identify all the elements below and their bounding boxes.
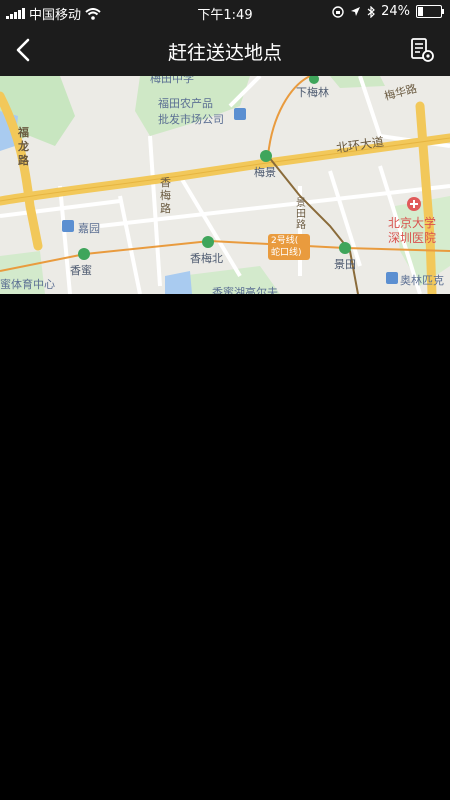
status-bar: 中国移动 下午1:49 24% — [0, 0, 450, 24]
metro-line-brown — [267, 155, 359, 294]
map-view[interactable]: 梅田中学 福田农产品 批发市场公司 下梅林 梅华路 福 龙 路 北环大道 梅景 … — [0, 76, 450, 294]
battery-icon — [416, 5, 444, 18]
station-label[interactable]: 景田 — [334, 256, 356, 272]
map-graphics — [0, 76, 450, 294]
poi-label[interactable]: 嘉园 — [78, 220, 100, 236]
poi-label[interactable]: 福田农产品 批发市场公司 — [158, 96, 224, 128]
station-label[interactable]: 下梅林 — [296, 84, 329, 100]
poi-marker — [234, 108, 246, 120]
road-label: 景 田 路 — [296, 198, 306, 231]
park-area — [330, 76, 385, 88]
road-label: 福 龙 路 — [18, 126, 29, 167]
poi-label[interactable]: 梅田中学 — [150, 76, 194, 86]
road-label: 香 梅 路 — [160, 176, 171, 215]
hospital-label[interactable]: 北京大学 深圳医院 — [388, 216, 436, 246]
poi-marker — [386, 272, 398, 284]
navigation-bar: 赶往送达地点 — [0, 24, 450, 76]
bluetooth-icon — [367, 5, 375, 18]
poi-label[interactable]: 奥林匹克 — [400, 272, 444, 288]
page-title: 赶往送达地点 — [167, 42, 282, 64]
document-settings-icon[interactable] — [408, 36, 436, 64]
station-label[interactable]: 梅景 — [254, 164, 276, 180]
station-label[interactable]: 香蜜 — [70, 262, 92, 278]
station-label[interactable]: 香梅北 — [190, 250, 223, 266]
battery-percent: 24% — [381, 4, 410, 19]
poi-label[interactable]: 蜜体育中心 — [0, 276, 55, 292]
location-arrow-icon — [351, 7, 361, 16]
content-area — [0, 294, 450, 800]
poi-label[interactable]: 香蜜湖高尔夫 — [212, 284, 278, 294]
poi-marker — [62, 220, 74, 232]
water-area — [165, 271, 192, 294]
rotation-lock-icon — [332, 5, 344, 18]
metro-line-label: 2号线( 蛇口线) — [271, 236, 302, 258]
